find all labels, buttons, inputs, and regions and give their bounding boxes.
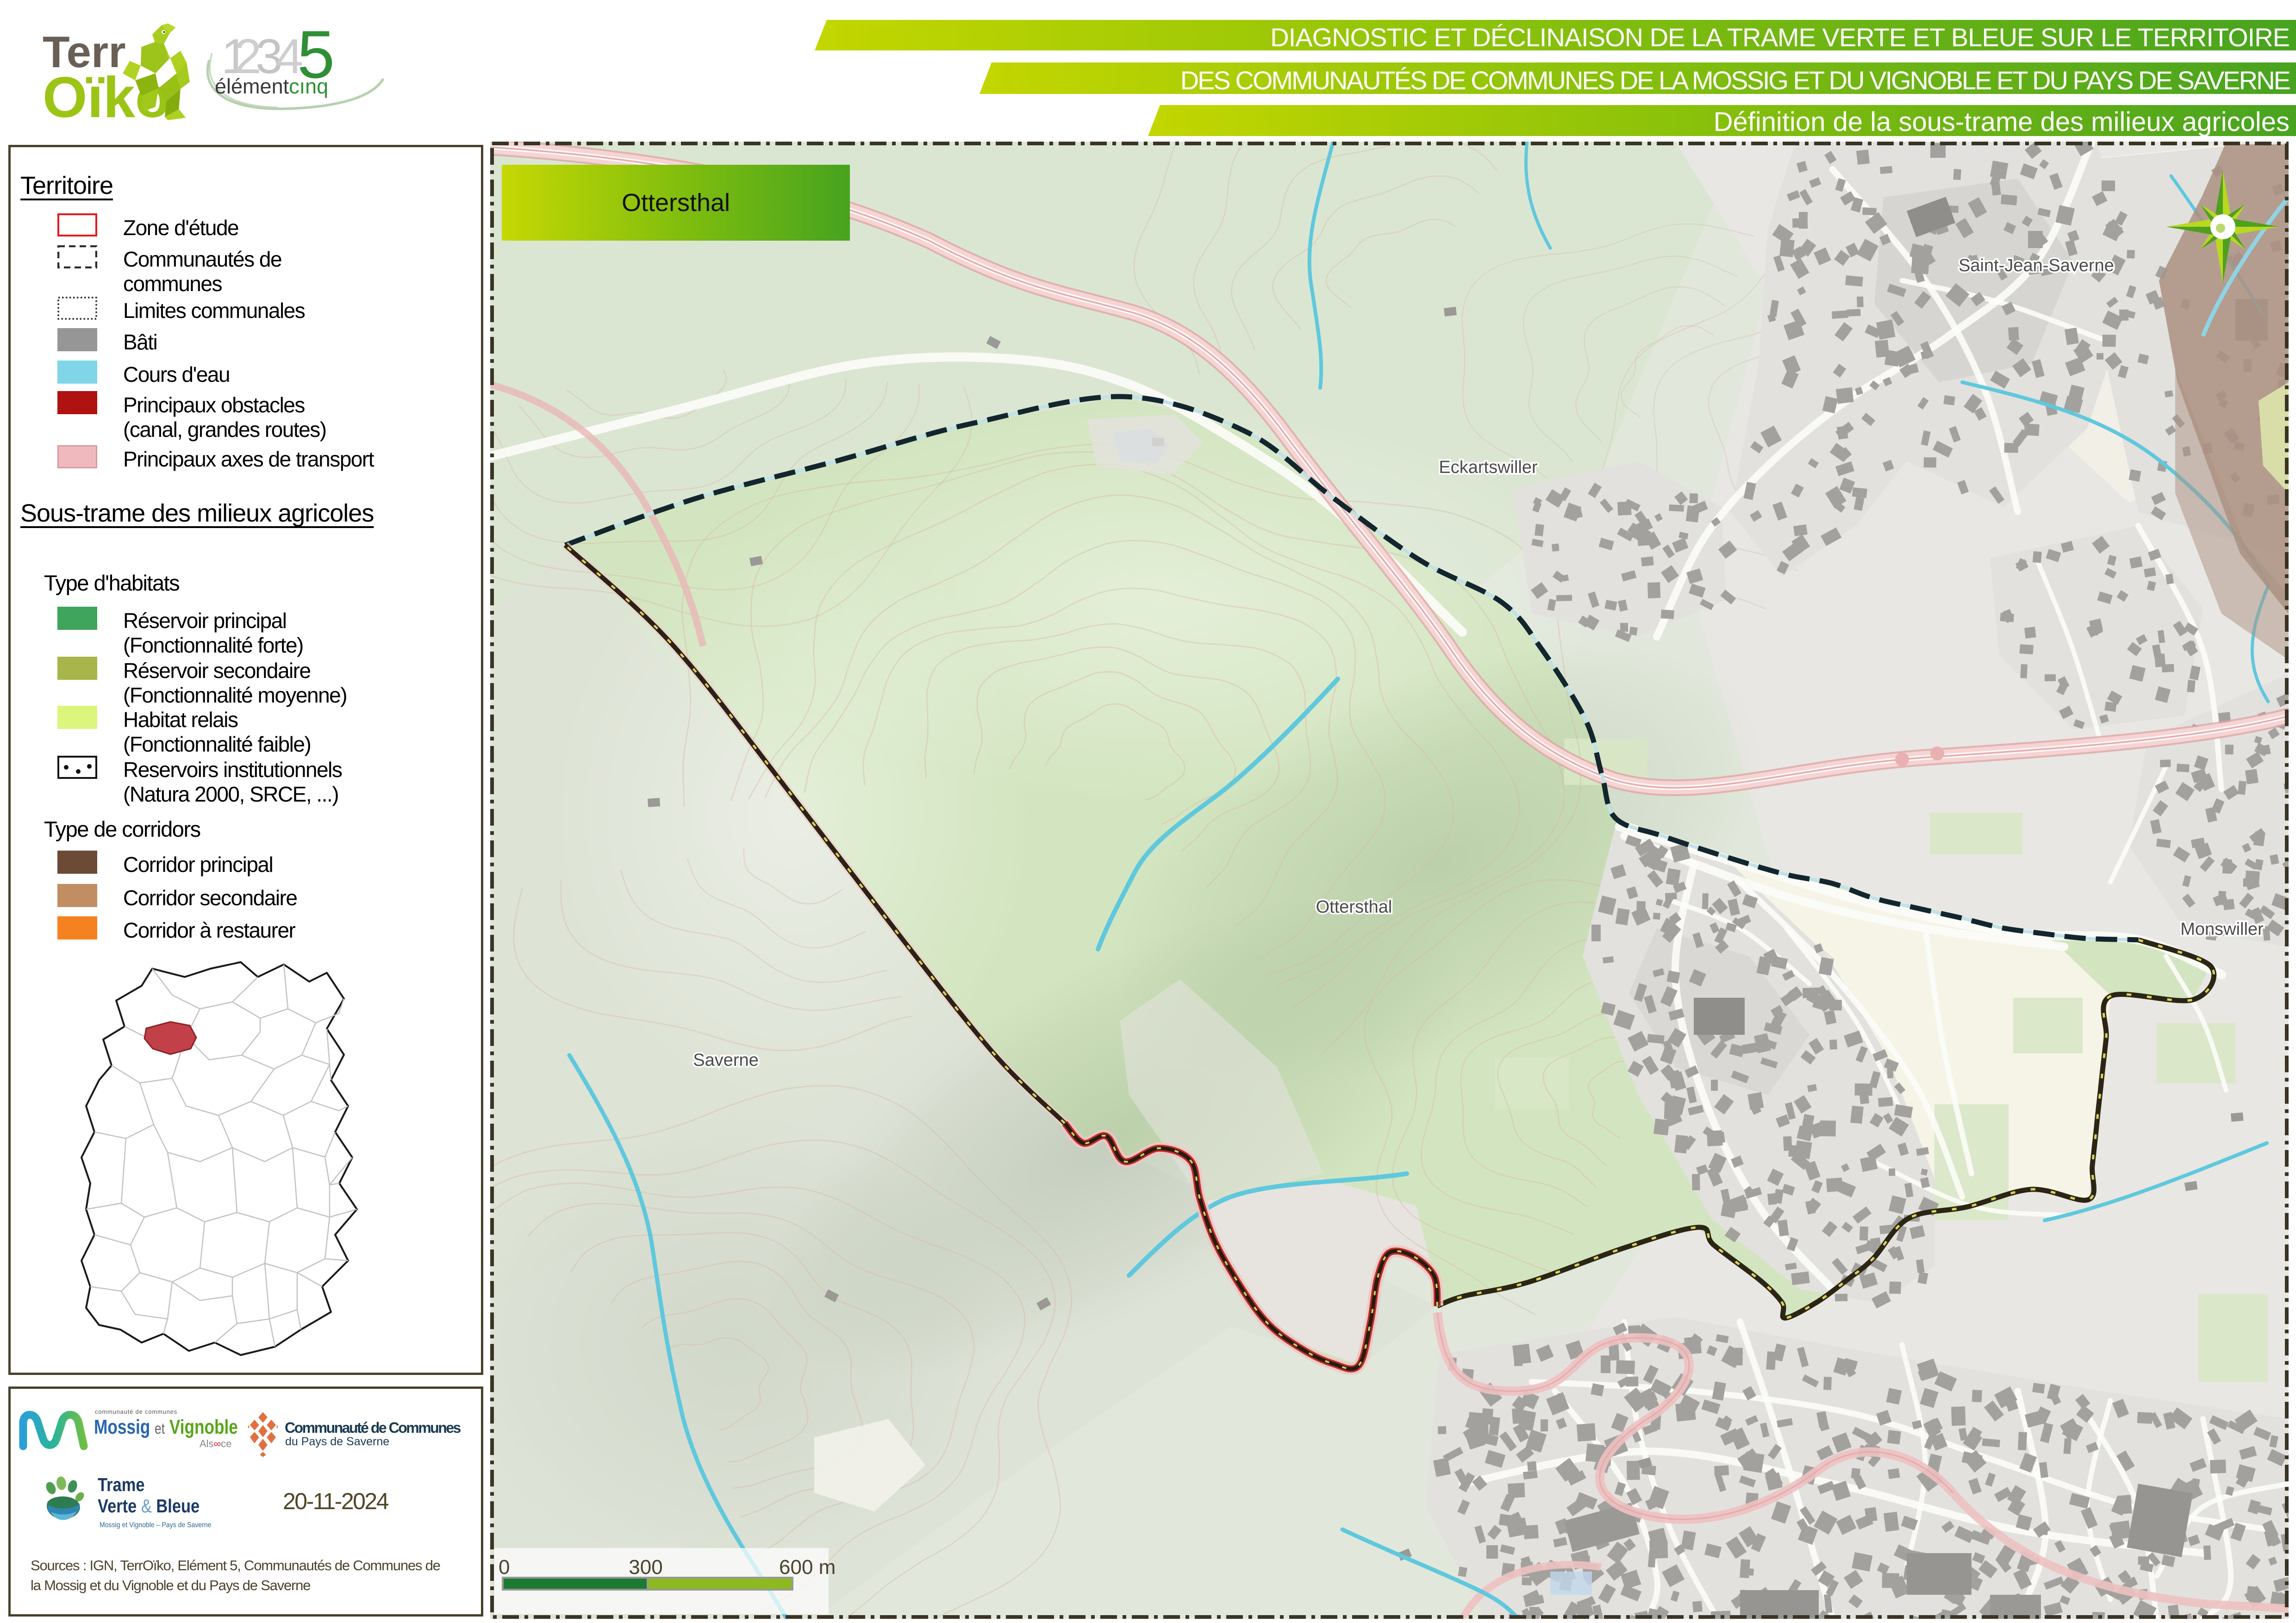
svg-text:Ottersthal: Ottersthal bbox=[622, 189, 730, 217]
svg-text:Saverne: Saverne bbox=[693, 1051, 759, 1070]
svg-text:600 m: 600 m bbox=[779, 1556, 836, 1579]
svg-text:élémentcınq: élémentcınq bbox=[215, 75, 328, 98]
svg-text:0: 0 bbox=[499, 1556, 510, 1579]
svg-text:Monswiller: Monswiller bbox=[2180, 920, 2264, 939]
svg-text:Ottersthal: Ottersthal bbox=[1316, 897, 1392, 917]
svg-text:300: 300 bbox=[629, 1556, 662, 1579]
svg-text:Saint-Jean-Saverne: Saint-Jean-Saverne bbox=[1959, 256, 2114, 275]
svg-text:Eckartswiller: Eckartswiller bbox=[1439, 458, 1538, 477]
